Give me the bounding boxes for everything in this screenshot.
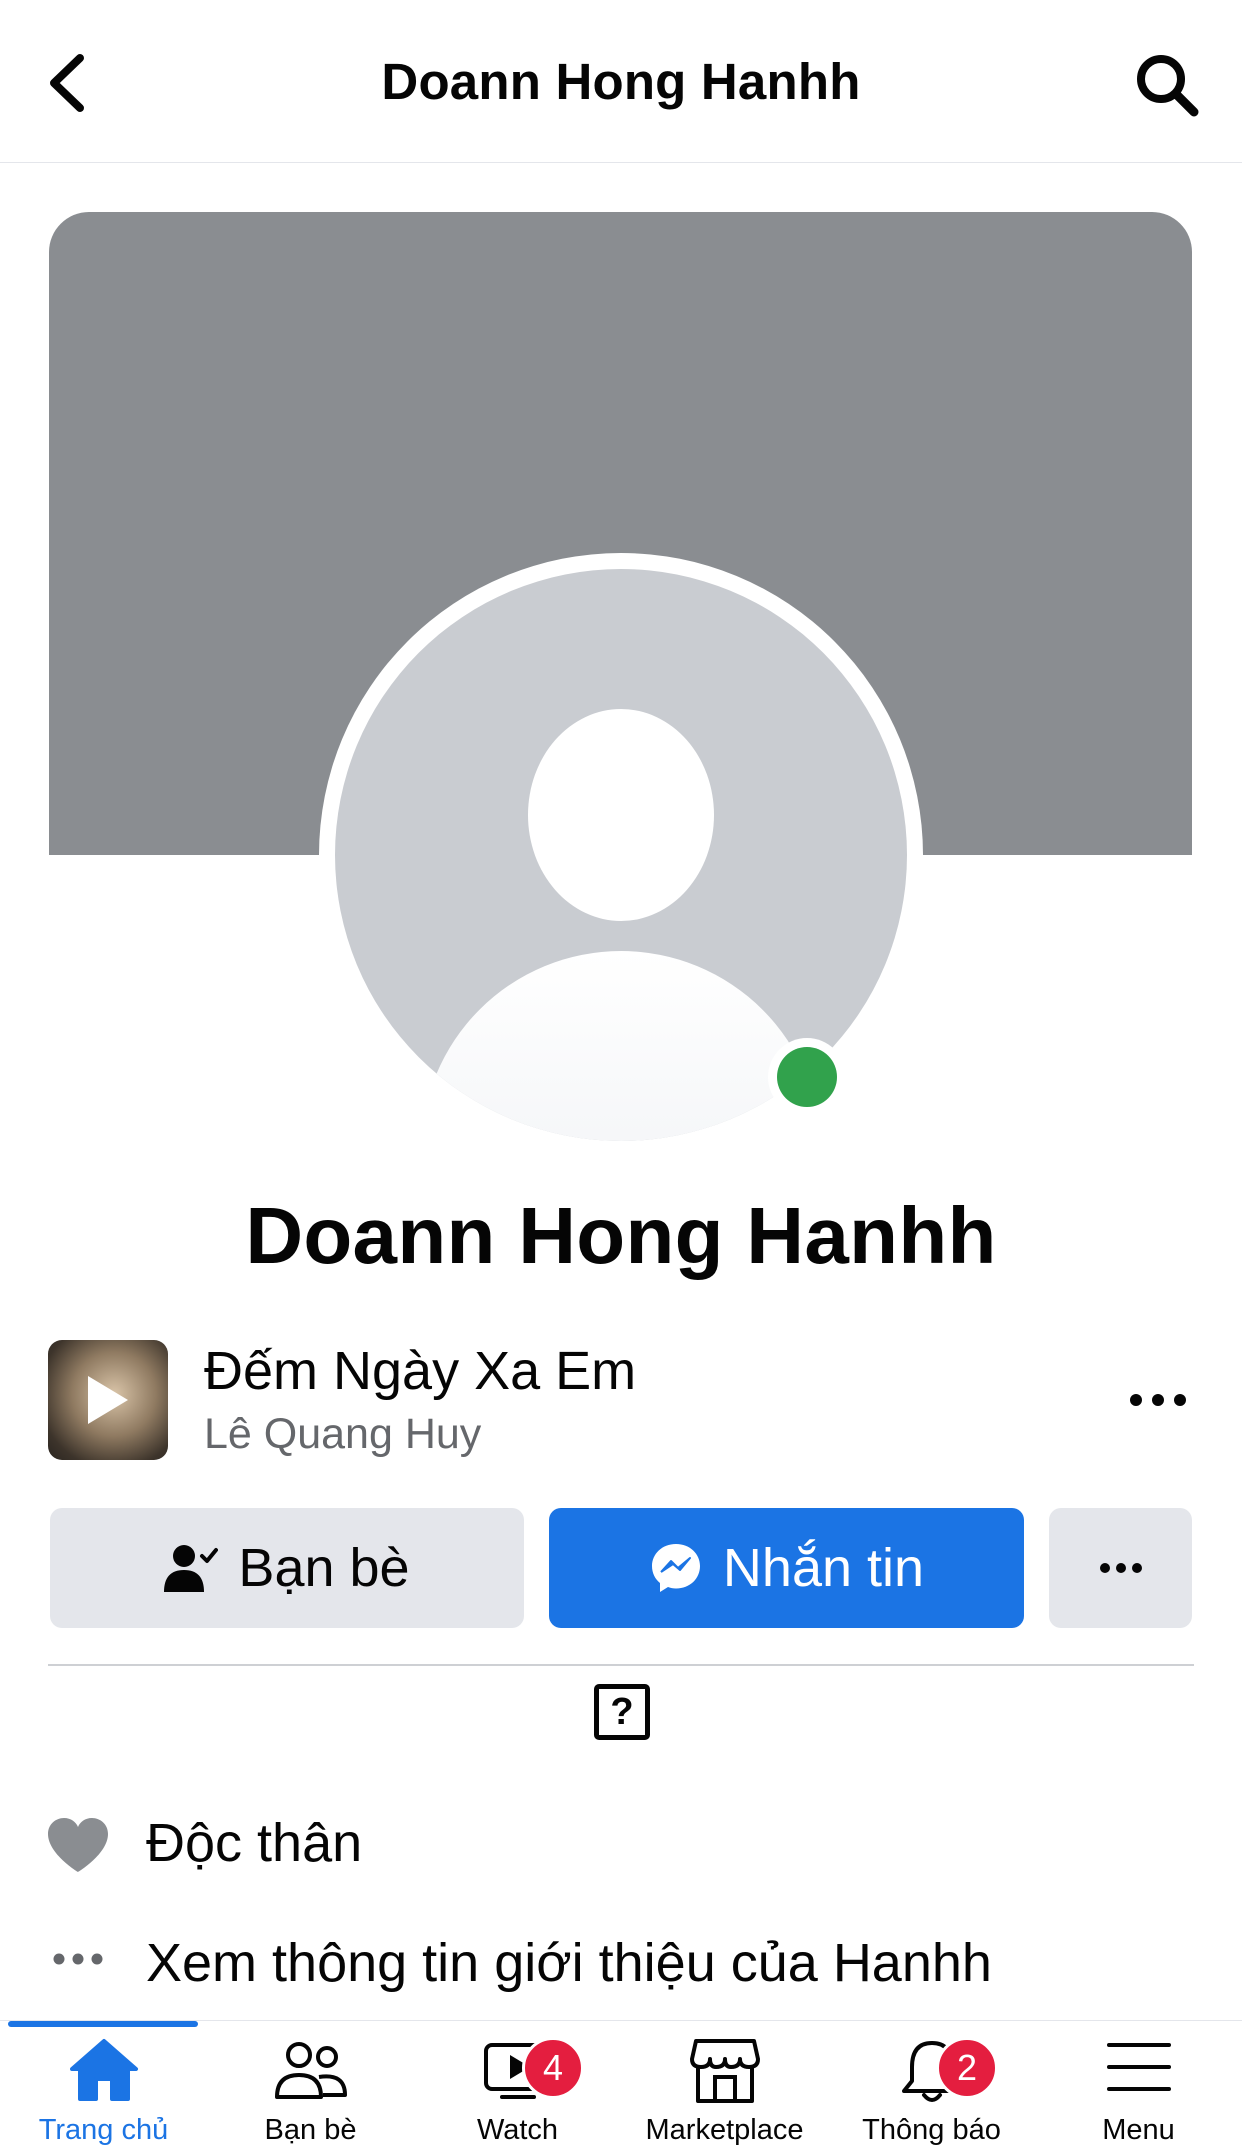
nav-friends[interactable]: Bạn bè <box>207 2021 414 2155</box>
profile-name: Doann Hong Hanhh <box>245 1191 997 1280</box>
profile-more-button[interactable] <box>1049 1508 1192 1628</box>
music-artist: Lê Quang Huy <box>204 1410 482 1458</box>
nav-menu-label: Menu <box>1102 2114 1175 2146</box>
nav-notifications-label: Thông báo <box>862 2114 1001 2146</box>
nav-marketplace[interactable]: Marketplace <box>621 2021 828 2155</box>
see-about-info-link[interactable]: Xem thông tin giới thiệu của Hanhh <box>146 1932 992 1994</box>
bottom-navigation: Trang chủ Bạn bè 4 Watch Marketplace 2 T… <box>0 2020 1242 2155</box>
more-options-icon[interactable] <box>1126 1385 1190 1415</box>
friends-button-label: Bạn bè <box>238 1538 410 1598</box>
more-dots-icon <box>53 1953 103 1965</box>
online-status-dot <box>777 1047 837 1107</box>
nav-watch[interactable]: 4 Watch <box>414 2021 621 2155</box>
messenger-icon <box>651 1544 700 1592</box>
more-options-icon <box>1099 1563 1142 1573</box>
section-divider <box>48 1664 1194 1666</box>
message-button[interactable]: Nhắn tin <box>549 1508 1024 1628</box>
nav-home-label: Trang chủ <box>38 2114 169 2146</box>
page-title: Doann Hong Hanhh <box>381 53 861 110</box>
question-mark-icon: ? <box>594 1684 650 1740</box>
nav-marketplace-label: Marketplace <box>645 2114 804 2146</box>
play-icon <box>88 1376 128 1424</box>
avatar-placeholder-body <box>421 951 821 1141</box>
message-button-label: Nhắn tin <box>722 1538 925 1598</box>
nav-home[interactable]: Trang chủ <box>0 2021 207 2155</box>
notifications-badge: 2 <box>936 2037 998 2099</box>
music-song-title[interactable]: Đếm Ngày Xa Em <box>204 1340 636 1402</box>
friends-icon <box>274 2042 347 2099</box>
nav-notifications[interactable]: 2 Thông báo <box>828 2021 1035 2155</box>
menu-icon <box>1106 2043 1171 2091</box>
heart-icon <box>48 1818 108 1872</box>
friends-button[interactable]: Bạn bè <box>50 1508 524 1628</box>
relationship-status: Độc thân <box>146 1813 363 1873</box>
nav-menu[interactable]: Menu <box>1035 2021 1242 2155</box>
music-thumbnail[interactable] <box>48 1340 168 1460</box>
avatar-placeholder-head <box>528 709 714 921</box>
home-icon <box>69 2039 138 2101</box>
nav-watch-label: Watch <box>476 2114 559 2146</box>
friend-check-icon <box>164 1545 219 1592</box>
nav-friends-label: Bạn bè <box>264 2114 357 2146</box>
marketplace-icon <box>689 2039 760 2103</box>
search-icon[interactable] <box>1132 50 1202 120</box>
top-bar: Doann Hong Hanhh <box>0 0 1242 163</box>
watch-badge: 4 <box>522 2037 584 2099</box>
